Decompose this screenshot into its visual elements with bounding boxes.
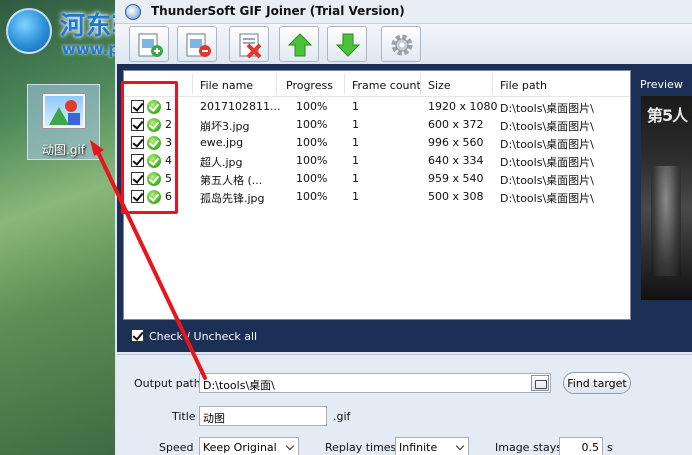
replay-times-value: Infinite [399, 441, 438, 454]
row-size: 640 x 334 [428, 154, 484, 167]
row-size: 959 x 540 [428, 172, 484, 185]
row-size: 500 x 308 [428, 190, 484, 203]
replay-times-select[interactable]: Infinite [395, 437, 469, 455]
file-list-panel: File name Progress Frame count Size File… [117, 64, 637, 352]
column-progress[interactable]: Progress [286, 79, 333, 92]
row-file-path: D:\tools\桌面图片\ [500, 174, 594, 187]
row-file-name: 第五人格 (... [200, 174, 263, 187]
row-frame-count: 1 [352, 118, 359, 131]
annotation-highlight-box [121, 81, 178, 214]
file-list-header: File name Progress Frame count Size File… [124, 71, 630, 97]
add-file-button[interactable] [129, 26, 169, 62]
clear-list-button[interactable] [229, 26, 269, 62]
table-row[interactable]: 6 孤岛先锋.jpg 100% 1 500 x 308 D:\tools\桌面图… [124, 188, 630, 206]
row-file-path: D:\tools\桌面图片\ [500, 192, 594, 205]
add-file-icon [138, 33, 163, 57]
row-file-name: 2017102811... [200, 100, 281, 113]
table-row[interactable]: 1 2017102811... 100% 1 1920 x 1080 D:\to… [124, 98, 630, 116]
row-progress: 100% [296, 100, 328, 113]
title-extension: .gif [333, 410, 351, 423]
row-frame-count: 1 [352, 172, 359, 185]
desktop-icon-label: 动图.gif [42, 143, 85, 157]
table-row[interactable]: 4 超人.jpg 100% 1 640 x 334 D:\tools\桌面图片\ [124, 152, 630, 170]
row-size: 1920 x 1080 [428, 100, 498, 113]
row-file-name: 孤岛先锋.jpg [200, 192, 265, 205]
row-frame-count: 1 [352, 190, 359, 203]
check-all-checkbox[interactable] [131, 329, 144, 342]
column-size[interactable]: Size [428, 79, 451, 92]
row-file-name: 超人.jpg [200, 156, 243, 169]
preview-label: Preview [640, 78, 683, 91]
row-file-path: D:\tools\桌面图片\ [500, 120, 594, 133]
watermark-logo-icon [6, 8, 52, 54]
row-file-path: D:\tools\桌面图片\ [500, 156, 594, 169]
table-row[interactable]: 5 第五人格 (... 100% 1 959 x 540 D:\tools\桌面… [124, 170, 630, 188]
move-down-button[interactable] [327, 26, 367, 62]
title-label: Title [172, 410, 196, 423]
row-file-name: ewe.jpg [200, 136, 244, 149]
remove-file-icon [186, 33, 211, 57]
up-arrow-icon [287, 33, 313, 57]
row-frame-count: 1 [352, 100, 359, 113]
desktop-background [0, 0, 115, 455]
speed-value: Keep Original [203, 441, 277, 454]
row-progress: 100% [296, 172, 328, 185]
output-path-label: Output path [134, 377, 201, 390]
row-file-path: D:\tools\桌面图片\ [500, 102, 594, 115]
row-size: 600 x 372 [428, 118, 484, 131]
column-file-name[interactable]: File name [200, 79, 253, 92]
row-file-name: 崩坏3.jpg [200, 120, 250, 133]
preview-image-text: 第5人 [647, 106, 688, 125]
window-title: ThunderSoft GIF Joiner (Trial Version) [151, 4, 405, 18]
gear-icon [391, 34, 413, 56]
speed-label: Speed [159, 441, 194, 454]
title-input[interactable]: 动图 [199, 406, 327, 426]
column-frame-count[interactable]: Frame count [352, 79, 421, 92]
row-size: 996 x 560 [428, 136, 484, 149]
image-file-icon [42, 93, 86, 129]
row-progress: 100% [296, 190, 328, 203]
check-all-label: Check / Uncheck all [149, 330, 258, 343]
file-list[interactable]: File name Progress Frame count Size File… [123, 70, 631, 320]
row-file-path: D:\tools\桌面图片\ [500, 138, 594, 151]
find-target-button[interactable]: Find target [563, 372, 631, 394]
image-stays-label: Image stays [495, 441, 562, 454]
desktop-gif-file[interactable]: 动图.gif [27, 84, 100, 160]
app-window: ThunderSoft GIF Joiner (Trial Version) F… [115, 0, 692, 455]
speed-select[interactable]: Keep Original [199, 437, 299, 455]
app-logo-icon [125, 4, 141, 20]
title-bar[interactable]: ThunderSoft GIF Joiner (Trial Version) [115, 0, 692, 24]
browse-folder-icon[interactable] [531, 375, 549, 391]
row-progress: 100% [296, 154, 328, 167]
image-stays-input[interactable]: 0.5 [559, 437, 603, 455]
column-file-path[interactable]: File path [500, 79, 547, 92]
move-up-button[interactable] [279, 26, 319, 62]
row-frame-count: 1 [352, 136, 359, 149]
remove-file-button[interactable] [177, 26, 217, 62]
settings-button[interactable] [381, 26, 421, 62]
toolbar [115, 24, 692, 64]
replay-times-label: Replay times [325, 441, 397, 454]
preview-image: 第5人 [641, 96, 692, 300]
table-row[interactable]: 3 ewe.jpg 100% 1 996 x 560 D:\tools\桌面图片… [124, 134, 630, 152]
image-stays-unit: s [607, 441, 613, 454]
output-settings: Output path D:\tools\桌面\ Find target Tit… [117, 354, 692, 455]
row-progress: 100% [296, 118, 328, 131]
chevron-down-icon [285, 441, 295, 451]
output-path-input[interactable]: D:\tools\桌面\ [199, 373, 551, 393]
row-frame-count: 1 [352, 154, 359, 167]
down-arrow-icon [335, 33, 361, 57]
row-progress: 100% [296, 136, 328, 149]
clear-list-icon [239, 33, 262, 59]
table-row[interactable]: 2 崩坏3.jpg 100% 1 600 x 372 D:\tools\桌面图片… [124, 116, 630, 134]
chevron-down-icon [455, 441, 465, 451]
